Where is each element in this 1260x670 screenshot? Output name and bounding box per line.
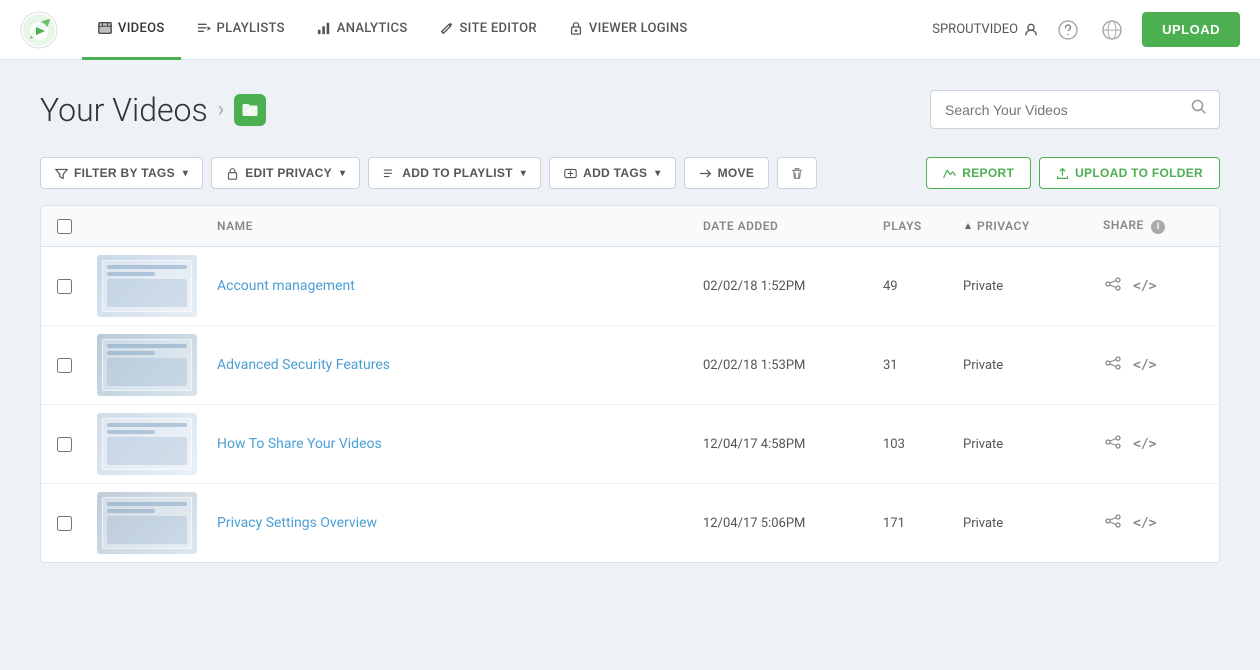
search-area (930, 90, 1220, 129)
video-date-4: 12/04/17 5:06PM (703, 516, 883, 531)
th-name: NAME (217, 219, 703, 233)
video-table: NAME DATE ADDED PLAYS PRIVACY SHARE i (40, 205, 1220, 563)
video-share-3: </> (1103, 432, 1203, 457)
page-title-area: Your Videos › (40, 91, 266, 129)
filter-tags-button[interactable]: FILTER BY TAGS ▾ (40, 157, 203, 189)
username-label: SPROUTVIDEO (932, 22, 1018, 37)
upload-button[interactable]: UPLOAD (1142, 12, 1240, 47)
add-to-playlist-button[interactable]: ADD TO PLAYLIST ▾ (368, 157, 541, 189)
report-button[interactable]: REPORT (926, 157, 1031, 189)
search-button[interactable] (1179, 91, 1219, 128)
video-name-4: Privacy Settings Overview (217, 515, 703, 531)
table-header: NAME DATE ADDED PLAYS PRIVACY SHARE i (41, 206, 1219, 247)
video-date-1: 02/02/18 1:52PM (703, 279, 883, 294)
video-thumbnail-1 (97, 255, 197, 317)
toolbar-right: REPORT UPLOAD TO FOLDER (926, 157, 1220, 189)
video-privacy-4: Private (963, 516, 1103, 531)
th-plays: PLAYS (883, 219, 963, 233)
video-plays-3: 103 (883, 437, 963, 452)
nav-links: VIDEOS PLAYLISTS ANALYTICS SITE EDITOR V… (82, 0, 932, 60)
share-button-4[interactable] (1103, 511, 1123, 536)
video-date-3: 12/04/17 4:58PM (703, 437, 883, 452)
share-button-1[interactable] (1103, 274, 1123, 299)
select-all-checkbox[interactable] (57, 219, 97, 234)
th-share: SHARE i (1103, 218, 1203, 234)
page-header: Your Videos › (40, 90, 1220, 129)
table-row: Advanced Security Features 02/02/18 1:53… (41, 326, 1219, 405)
video-privacy-2: Private (963, 358, 1103, 373)
video-name-1: Account management (217, 278, 703, 294)
video-plays-2: 31 (883, 358, 963, 373)
embed-button-4[interactable]: </> (1133, 516, 1156, 531)
help-button[interactable] (1054, 16, 1082, 44)
nav-viewer-logins[interactable]: VIEWER LOGINS (553, 0, 704, 60)
add-folder-button[interactable] (234, 94, 266, 126)
embed-button-2[interactable]: </> (1133, 358, 1156, 373)
video-name-3: How To Share Your Videos (217, 436, 703, 452)
video-date-2: 02/02/18 1:53PM (703, 358, 883, 373)
nav-videos[interactable]: VIDEOS (82, 0, 181, 60)
video-thumbnail-2 (97, 334, 197, 396)
search-box (930, 90, 1220, 129)
video-name-2: Advanced Security Features (217, 357, 703, 373)
share-button-2[interactable] (1103, 353, 1123, 378)
table-row: Account management 02/02/18 1:52PM 49 Pr… (41, 247, 1219, 326)
page-title: Your Videos (40, 91, 208, 129)
search-input[interactable] (931, 92, 1179, 128)
video-plays-4: 171 (883, 516, 963, 531)
row-checkbox-2[interactable] (57, 358, 97, 373)
th-privacy[interactable]: PRIVACY (963, 219, 1103, 233)
row-checkbox-4[interactable] (57, 516, 97, 531)
embed-button-3[interactable]: </> (1133, 437, 1156, 452)
video-thumbnail-3 (97, 413, 197, 475)
delete-button[interactable] (777, 157, 817, 189)
embed-button-1[interactable]: </> (1133, 279, 1156, 294)
add-tags-button[interactable]: ADD TAGS ▾ (549, 157, 676, 189)
table-row: How To Share Your Videos 12/04/17 4:58PM… (41, 405, 1219, 484)
navbar-right: SPROUTVIDEO UPLOAD (932, 12, 1240, 47)
video-privacy-1: Private (963, 279, 1103, 294)
video-privacy-3: Private (963, 437, 1103, 452)
logo[interactable] (20, 11, 58, 49)
video-share-4: </> (1103, 511, 1203, 536)
share-button-3[interactable] (1103, 432, 1123, 457)
page-content: Your Videos › FILTER BY TAGS ▾ EDIT PRIV… (0, 60, 1260, 593)
video-share-1: </> (1103, 274, 1203, 299)
user-section[interactable]: SPROUTVIDEO (932, 22, 1038, 37)
table-row: Privacy Settings Overview 12/04/17 5:06P… (41, 484, 1219, 562)
navbar: VIDEOS PLAYLISTS ANALYTICS SITE EDITOR V… (0, 0, 1260, 60)
nav-site-editor[interactable]: SITE EDITOR (424, 0, 553, 60)
nav-analytics[interactable]: ANALYTICS (301, 0, 424, 60)
upload-to-folder-button[interactable]: UPLOAD TO FOLDER (1039, 157, 1220, 189)
video-share-2: </> (1103, 353, 1203, 378)
edit-privacy-button[interactable]: EDIT PRIVACY ▾ (211, 157, 360, 189)
move-button[interactable]: MOVE (684, 157, 770, 189)
globe-button[interactable] (1098, 16, 1126, 44)
th-date: DATE ADDED (703, 219, 883, 233)
video-plays-1: 49 (883, 279, 963, 294)
nav-playlists[interactable]: PLAYLISTS (181, 0, 301, 60)
row-checkbox-1[interactable] (57, 279, 97, 294)
breadcrumb-sep: › (218, 97, 225, 122)
row-checkbox-3[interactable] (57, 437, 97, 452)
share-info-icon[interactable]: i (1151, 220, 1165, 234)
toolbar: FILTER BY TAGS ▾ EDIT PRIVACY ▾ ADD TO P… (40, 157, 1220, 189)
video-thumbnail-4 (97, 492, 197, 554)
